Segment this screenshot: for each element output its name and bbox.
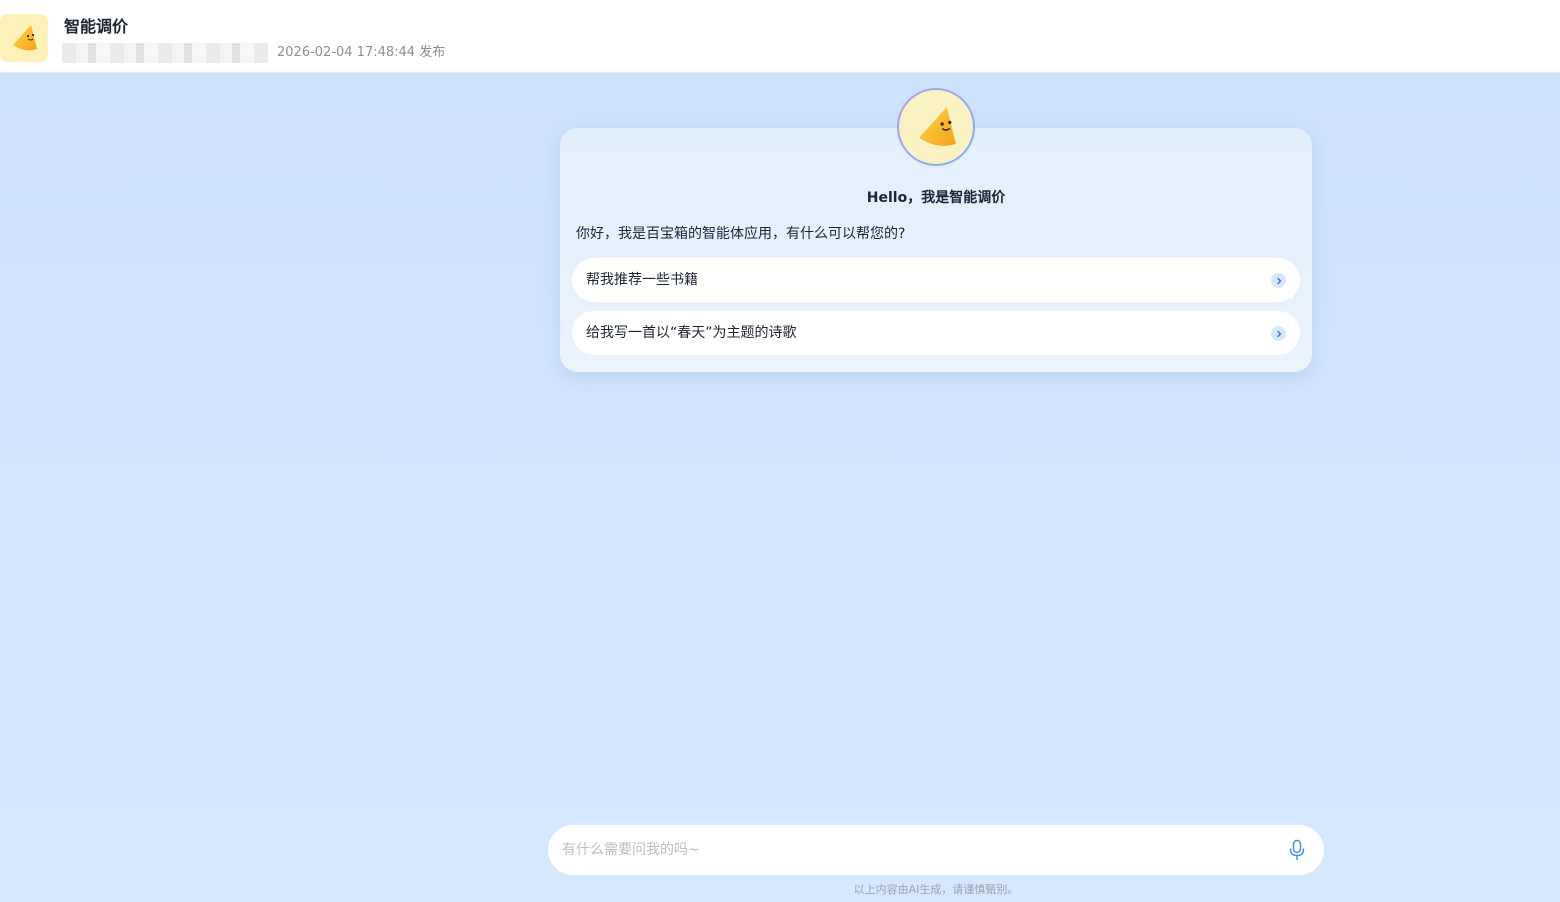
publish-meta: 2026-02-04 17:48:44 发布: [62, 43, 445, 63]
welcome-intro: 你好，我是百宝箱的智能体应用，有什么可以帮您的?: [576, 226, 906, 242]
welcome-title: Hello，我是智能调价: [866, 190, 1006, 206]
app-title: 智能调价: [64, 17, 129, 36]
chat-input-bar: [548, 825, 1324, 875]
publisher-name-redacted: [62, 43, 268, 63]
cone-mascot-icon: [919, 107, 956, 146]
suggestion-item[interactable]: 给我写一首以“春天”为主题的诗歌: [572, 311, 1300, 355]
suggestion-item[interactable]: 帮我推荐一些书籍: [572, 258, 1300, 302]
microphone-icon[interactable]: [1286, 839, 1308, 861]
chat-input[interactable]: [562, 837, 1262, 863]
app-logo: [0, 14, 48, 62]
publish-time: 2026-02-04 17:48:44 发布: [277, 45, 446, 60]
chevron-right-icon: [1271, 326, 1286, 341]
app-header: 智能调价 2026-02-04 17:48:44 发布: [0, 0, 1560, 73]
suggestion-label: 帮我推荐一些书籍: [586, 272, 698, 288]
chevron-right-icon: [1271, 273, 1286, 288]
ai-disclaimer: 以上内容由AI生成，请谨慎甄别。: [853, 883, 1019, 896]
suggestion-label: 给我写一首以“春天”为主题的诗歌: [586, 325, 797, 341]
cone-mascot-icon: [13, 25, 37, 51]
agent-avatar: [897, 88, 975, 166]
